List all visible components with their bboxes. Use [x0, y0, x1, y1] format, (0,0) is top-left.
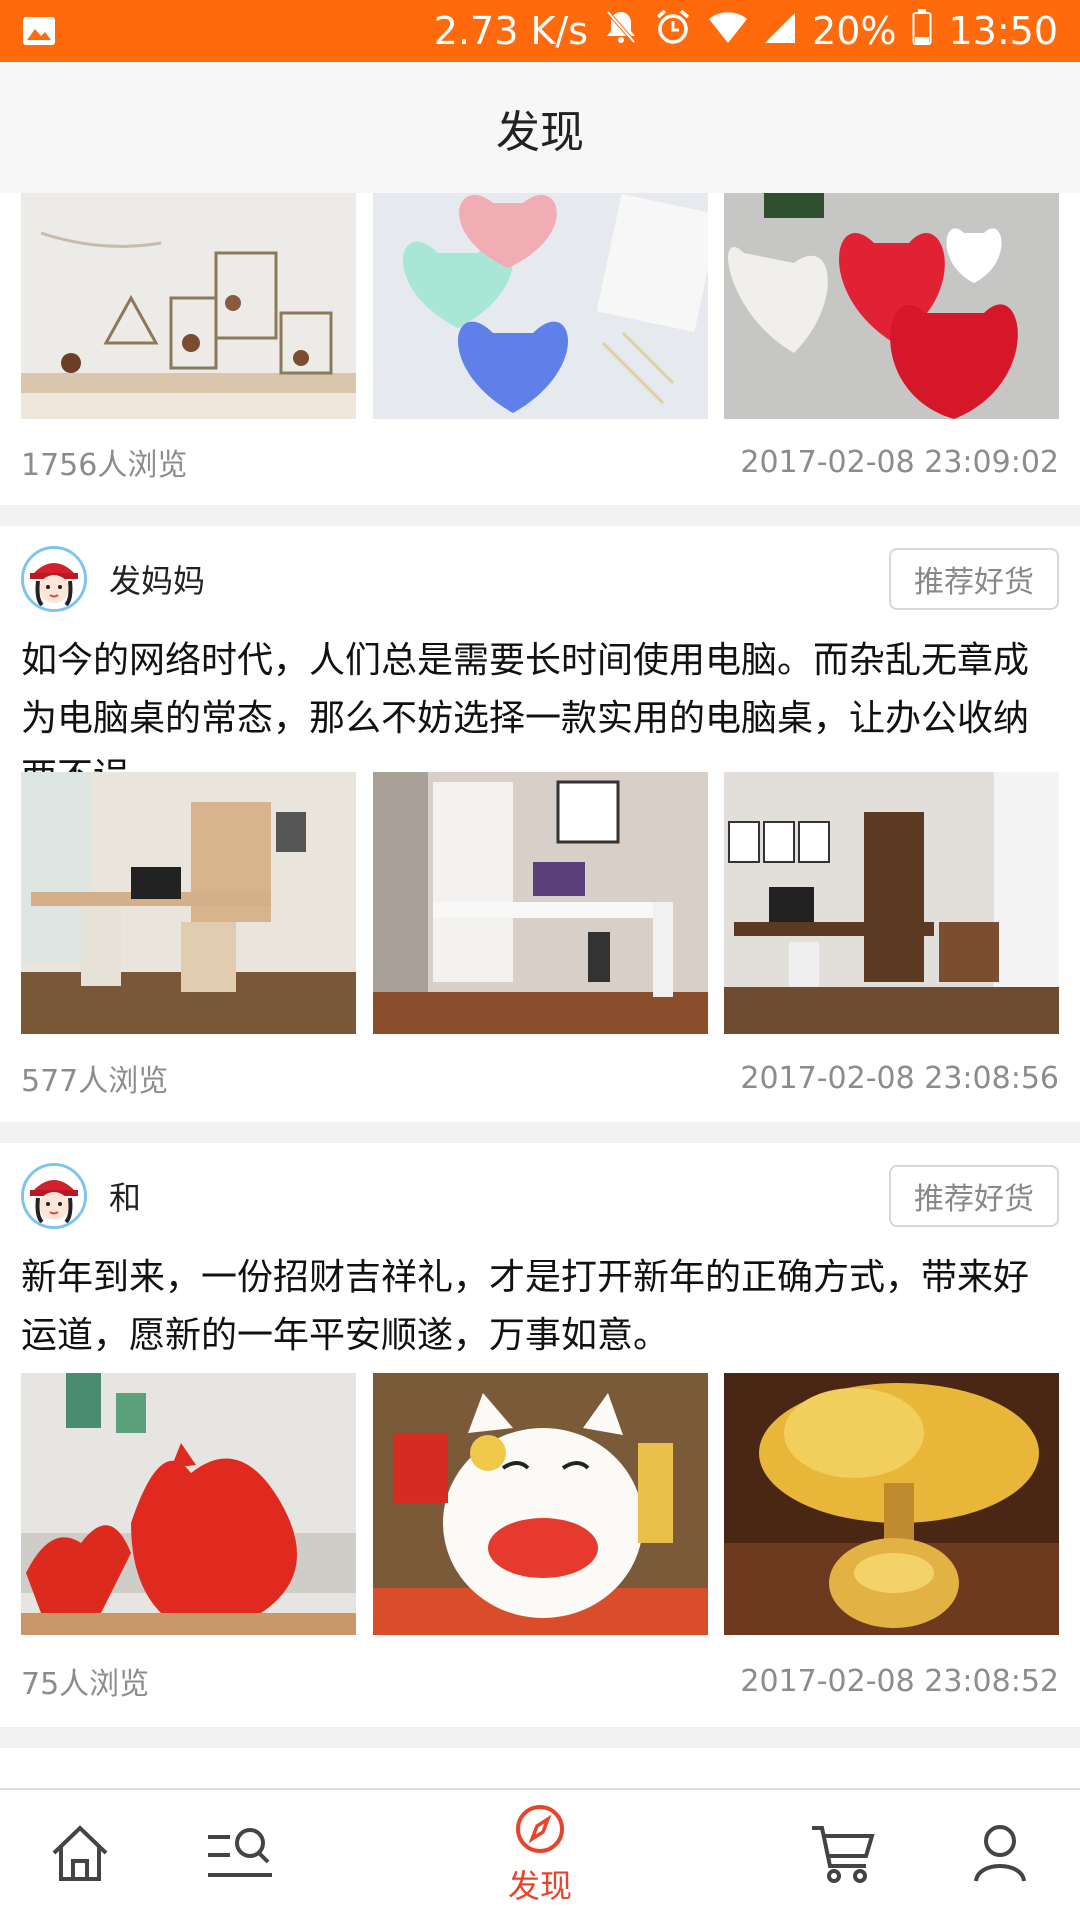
feed-post[interactable]: 1756人浏览 2017-02-08 23:09:02: [0, 193, 1080, 505]
cart-icon: [810, 1822, 876, 1888]
recommend-goods-button[interactable]: 推荐好货: [889, 548, 1059, 610]
discover-compass-icon: [514, 1803, 566, 1859]
post-date: 2017-02-08 23:09:02: [740, 444, 1059, 480]
post-image-row: [21, 1373, 1059, 1635]
red-rooster-photo[interactable]: [21, 1373, 356, 1635]
tab-home[interactable]: [30, 1790, 130, 1920]
feed-post[interactable]: 和 推荐好货 新年到来，一份招财吉祥礼，才是打开新年的正确方式，带来好运道，愿新…: [0, 1143, 1080, 1727]
glass-terrarium-photo[interactable]: [21, 193, 356, 419]
golden-tree-photo[interactable]: [724, 1373, 1059, 1635]
post-image-row: [21, 772, 1059, 1034]
divider: [0, 1122, 1080, 1143]
discover-feed[interactable]: 1756人浏览 2017-02-08 23:09:02 发妈妈 推荐好货 如今的…: [0, 193, 1080, 1788]
tab-profile[interactable]: [950, 1790, 1050, 1920]
signal-icon: [764, 9, 796, 53]
heart-plates-photo[interactable]: [724, 193, 1059, 419]
view-count: 1756人浏览: [21, 448, 188, 483]
heart-dishes-photo[interactable]: [372, 193, 708, 419]
tab-category[interactable]: [190, 1790, 290, 1920]
divider: [0, 505, 1080, 526]
category-search-icon: [206, 1823, 274, 1887]
wifi-icon: [708, 9, 748, 53]
profile-icon: [972, 1823, 1028, 1887]
post-date: 2017-02-08 23:08:52: [740, 1663, 1059, 1699]
post-text: 如今的网络时代，人们总是需要长时间使用电脑。而杂乱无章成为电脑桌的常态，那么不妨…: [21, 640, 1030, 797]
post-image-row: [21, 193, 1059, 419]
corner-desk-photo[interactable]: [21, 772, 356, 1034]
author-name[interactable]: 发妈妈: [109, 556, 205, 602]
battery-percent: 20%: [812, 9, 897, 53]
tab-discover-label: 发现: [507, 1867, 572, 1905]
avatar[interactable]: [21, 1163, 87, 1229]
feed-post[interactable]: 发妈妈 推荐好货 如今的网络时代，人们总是需要长时间使用电脑。而杂乱无章成为电脑…: [0, 526, 1080, 1122]
divider: [0, 1727, 1080, 1748]
post-text: 新年到来，一份招财吉祥礼，才是打开新年的正确方式，带来好运道，愿新的一年平安顺遂…: [21, 1257, 1030, 1356]
lucky-cat-photo[interactable]: [372, 1373, 708, 1635]
white-desk-photo[interactable]: [372, 772, 708, 1034]
page-title: 发现: [496, 106, 584, 158]
title-bar: 发现: [0, 62, 1080, 193]
view-count: 577人浏览: [21, 1064, 169, 1099]
view-count: 75人浏览: [21, 1667, 150, 1702]
wood-desk-photo[interactable]: [724, 772, 1059, 1034]
post-date: 2017-02-08 23:08:56: [740, 1060, 1059, 1096]
avatar[interactable]: [21, 546, 87, 612]
mute-bell-icon: [604, 9, 638, 54]
network-speed: 2.73 K/s: [433, 9, 589, 53]
recommend-goods-button[interactable]: 推荐好货: [889, 1165, 1059, 1227]
author-name[interactable]: 和: [109, 1173, 141, 1219]
tab-cart[interactable]: [793, 1790, 893, 1920]
clock: 13:50: [948, 9, 1058, 53]
alarm-icon: [654, 8, 692, 55]
status-bar: 2.73 K/s 20% 13:50: [0, 0, 1080, 62]
battery-icon: [912, 8, 932, 54]
bottom-tab-bar: 发现: [0, 1788, 1080, 1920]
home-icon: [48, 1823, 112, 1887]
image-icon: [22, 13, 62, 49]
tab-discover[interactable]: 发现: [490, 1790, 590, 1920]
